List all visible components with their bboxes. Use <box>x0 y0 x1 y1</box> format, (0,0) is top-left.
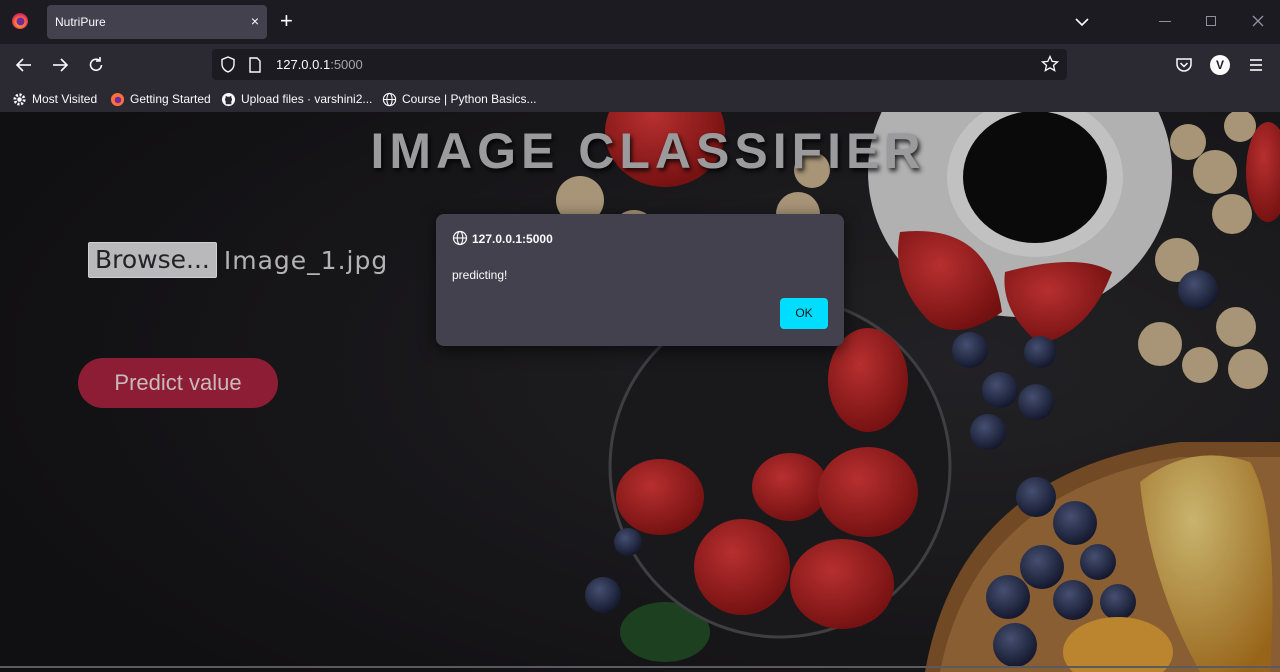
bookmark-upload-files[interactable]: Upload files · varshini2... <box>221 90 372 108</box>
bookmarks-toolbar: Most Visited Getting Started Upload file… <box>0 86 1280 112</box>
bookmark-label: Upload files · varshini2... <box>241 92 373 106</box>
dialog-message: predicting! <box>452 268 508 282</box>
bookmark-label: Getting Started <box>130 92 211 106</box>
bookmark-star-icon[interactable] <box>1041 55 1059 73</box>
page-icon[interactable] <box>248 57 262 73</box>
window-close-icon[interactable] <box>1250 13 1266 29</box>
new-tab-button[interactable]: + <box>280 10 293 32</box>
window-bottom-edge <box>0 666 1280 668</box>
maximize-icon[interactable] <box>1206 16 1216 26</box>
predict-value-button[interactable]: Predict value <box>78 358 278 408</box>
alert-dialog: 127.0.0.1:5000 predicting! OK <box>436 214 844 346</box>
bookmark-most-visited[interactable]: Most Visited <box>12 90 97 108</box>
github-icon <box>221 92 236 106</box>
forward-arrow-icon[interactable] <box>50 55 70 75</box>
bookmark-course-python[interactable]: Course | Python Basics... <box>382 90 537 108</box>
tab-close-icon[interactable]: × <box>251 13 259 29</box>
page-title: IMAGE CLASSIFIER <box>370 123 926 179</box>
account-avatar[interactable]: V <box>1210 55 1230 75</box>
chevron-down-icon[interactable] <box>1073 14 1091 30</box>
firefox-icon <box>110 92 125 106</box>
bookmark-getting-started[interactable]: Getting Started <box>110 90 211 108</box>
selected-file-name: Image_1.jpg <box>223 245 389 275</box>
url-bar[interactable]: 127.0.0.1:5000 <box>212 49 1067 80</box>
tab-title: NutriPure <box>55 15 106 29</box>
pocket-icon[interactable] <box>1174 55 1194 75</box>
tab-nutripure[interactable]: NutriPure × <box>47 5 267 39</box>
hamburger-menu-icon[interactable] <box>1246 55 1266 75</box>
firefox-logo-icon[interactable] <box>11 12 29 30</box>
page-content: IMAGE CLASSIFIER Browse... Image_1.jpg P… <box>0 112 1280 672</box>
back-arrow-icon[interactable] <box>14 55 34 75</box>
shield-icon[interactable] <box>220 56 236 73</box>
globe-icon <box>452 230 468 246</box>
tab-bar: NutriPure × + <box>0 0 1280 44</box>
bookmark-label: Most Visited <box>32 92 98 106</box>
ok-button[interactable]: OK <box>780 298 828 329</box>
url-host: 127.0.0.1 <box>276 57 331 72</box>
browse-button[interactable]: Browse... <box>88 242 217 278</box>
reload-icon[interactable] <box>86 55 106 75</box>
url-text[interactable]: 127.0.0.1:5000 <box>276 57 363 72</box>
file-input[interactable]: Browse... Image_1.jpg <box>88 242 388 278</box>
bookmark-label: Course | Python Basics... <box>402 92 537 106</box>
gear-icon <box>13 92 26 106</box>
globe-icon <box>382 92 397 106</box>
minimize-icon[interactable] <box>1159 21 1171 22</box>
dialog-origin: 127.0.0.1:5000 <box>472 232 553 246</box>
navigation-toolbar: 127.0.0.1:5000 V <box>0 44 1280 86</box>
url-port: :5000 <box>330 57 363 72</box>
